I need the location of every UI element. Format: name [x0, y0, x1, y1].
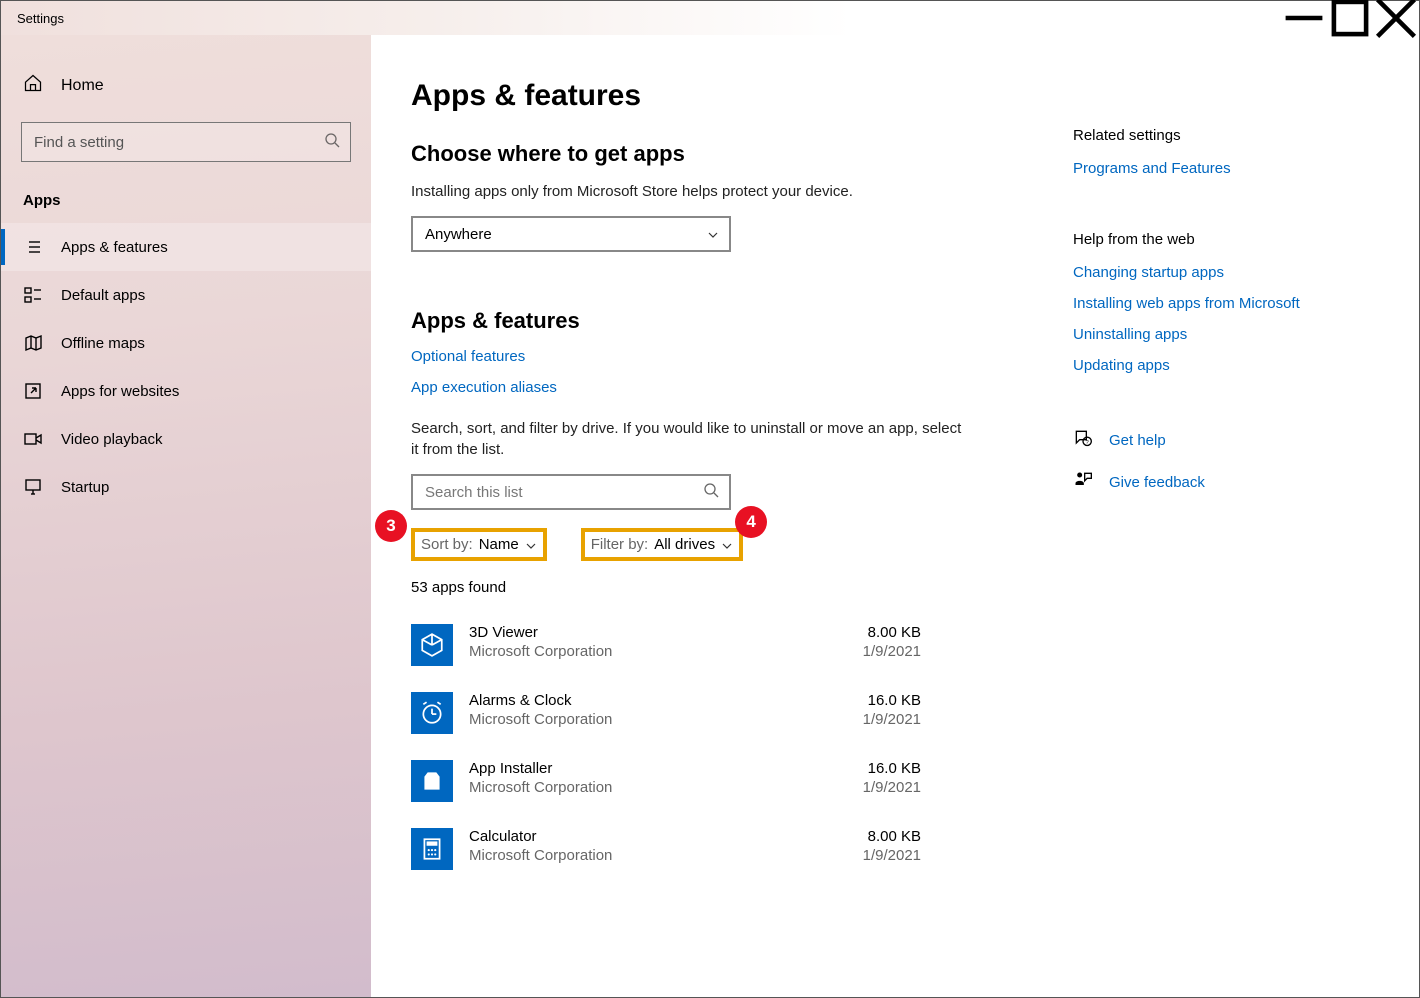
annotation-badge-4: 4 [735, 506, 767, 538]
help-link[interactable]: Installing web apps from Microsoft [1073, 295, 1379, 312]
nav-label: Default apps [61, 287, 145, 304]
give-feedback-label: Give feedback [1109, 474, 1205, 491]
settings-window: Settings Home Apps Apps & features Defau… [0, 0, 1420, 998]
app-name: Calculator [469, 828, 863, 845]
sort-by-dropdown[interactable]: Sort by: Name [411, 528, 547, 561]
nav-label: Apps for websites [61, 383, 179, 400]
window-title: Settings [1, 11, 64, 26]
get-help-label: Get help [1109, 432, 1166, 449]
chevron-down-icon [721, 539, 733, 551]
sidebar-section-label: Apps [1, 186, 371, 223]
right-column: Related settings Programs and Features H… [1059, 35, 1419, 997]
programs-and-features-link[interactable]: Programs and Features [1073, 160, 1379, 177]
app-date: 1/9/2021 [863, 711, 921, 728]
nav-video-playback[interactable]: Video playback [1, 415, 371, 463]
help-icon: ? [1073, 428, 1093, 452]
home-icon [23, 73, 43, 98]
minimize-button[interactable] [1281, 1, 1327, 35]
sort-filter-row: 3 Sort by: Name 4 Filter by: All drives [411, 528, 1039, 561]
app-list-search[interactable] [411, 474, 731, 510]
startup-icon [23, 477, 43, 497]
nav-label: Startup [61, 479, 109, 496]
app-publisher: Microsoft Corporation [469, 847, 863, 864]
help-link[interactable]: Updating apps [1073, 357, 1379, 374]
app-publisher: Microsoft Corporation [469, 711, 863, 728]
app-size: 16.0 KB [863, 760, 921, 777]
nav-label: Offline maps [61, 335, 145, 352]
app-row[interactable]: Calculator Microsoft Corporation 8.00 KB 1… [411, 820, 921, 888]
filter-by-dropdown[interactable]: Filter by: All drives [581, 528, 743, 561]
related-settings-heading: Related settings [1073, 127, 1379, 144]
map-icon [23, 333, 43, 353]
nav-label: Video playback [61, 431, 162, 448]
search-icon [703, 482, 719, 503]
app-row[interactable]: App Installer Microsoft Corporation 16.0 … [411, 752, 921, 820]
nav-default-apps[interactable]: Default apps [1, 271, 371, 319]
filter-desc: Search, sort, and filter by drive. If yo… [411, 418, 971, 460]
nav-apps-for-websites[interactable]: Apps for websites [1, 367, 371, 415]
app-icon-3dviewer [411, 624, 453, 666]
nav-label: Apps & features [61, 239, 168, 256]
app-size: 16.0 KB [863, 692, 921, 709]
app-execution-aliases-link[interactable]: App execution aliases [411, 379, 1039, 396]
app-count: 53 apps found [411, 579, 1039, 596]
page-title: Apps & features [411, 79, 1039, 113]
sidebar: Home Apps Apps & features Default apps O… [1, 35, 371, 997]
app-icon-appinstaller [411, 760, 453, 802]
app-publisher: Microsoft Corporation [469, 779, 863, 796]
nav-startup[interactable]: Startup [1, 463, 371, 511]
choose-heading: Choose where to get apps [411, 141, 1039, 167]
feedback-icon [1073, 470, 1093, 494]
content: Apps & features Choose where to get apps… [371, 35, 1059, 997]
app-name: App Installer [469, 760, 863, 777]
app-publisher: Microsoft Corporation [469, 643, 863, 660]
open-icon [23, 381, 43, 401]
app-icon-calculator [411, 828, 453, 870]
search-icon [324, 132, 340, 153]
chevron-down-icon [525, 539, 537, 551]
app-size: 8.00 KB [863, 828, 921, 845]
app-icon-alarms [411, 692, 453, 734]
nav-offline-maps[interactable]: Offline maps [1, 319, 371, 367]
dropdown-value: Anywhere [425, 226, 492, 243]
home-label: Home [61, 77, 104, 95]
maximize-button[interactable] [1327, 1, 1373, 35]
help-link[interactable]: Uninstalling apps [1073, 326, 1379, 343]
app-size: 8.00 KB [863, 624, 921, 641]
help-from-web-heading: Help from the web [1073, 231, 1379, 248]
sort-value: Name [479, 536, 519, 553]
sort-label: Sort by: [421, 536, 473, 553]
main-area: Apps & features Choose where to get apps… [371, 35, 1419, 997]
defaults-icon [23, 285, 43, 305]
filter-value: All drives [654, 536, 715, 553]
app-name: 3D Viewer [469, 624, 863, 641]
nav-apps-and-features[interactable]: Apps & features [1, 223, 371, 271]
titlebar: Settings [1, 1, 1419, 35]
annotation-badge-3: 3 [375, 510, 407, 542]
give-feedback-link[interactable]: Give feedback [1073, 470, 1379, 494]
video-icon [23, 429, 43, 449]
close-button[interactable] [1373, 1, 1419, 35]
app-list-search-input[interactable] [425, 484, 703, 501]
help-link[interactable]: Changing startup apps [1073, 264, 1379, 281]
app-row[interactable]: 3D Viewer Microsoft Corporation 8.00 KB 1/… [411, 616, 921, 684]
chevron-down-icon [707, 228, 719, 240]
home-nav[interactable]: Home [1, 65, 371, 116]
choose-desc: Installing apps only from Microsoft Stor… [411, 181, 971, 202]
app-date: 1/9/2021 [863, 847, 921, 864]
sidebar-search[interactable] [21, 122, 351, 162]
filter-label: Filter by: [591, 536, 649, 553]
app-name: Alarms & Clock [469, 692, 863, 709]
app-date: 1/9/2021 [863, 779, 921, 796]
get-help-link[interactable]: ? Get help [1073, 428, 1379, 452]
sidebar-search-input[interactable] [34, 134, 324, 151]
optional-features-link[interactable]: Optional features [411, 348, 1039, 365]
list-icon [23, 237, 43, 257]
app-row[interactable]: Alarms & Clock Microsoft Corporation 16.0… [411, 684, 921, 752]
app-source-dropdown[interactable]: Anywhere [411, 216, 731, 252]
apps-subheading: Apps & features [411, 308, 1039, 334]
app-date: 1/9/2021 [863, 643, 921, 660]
